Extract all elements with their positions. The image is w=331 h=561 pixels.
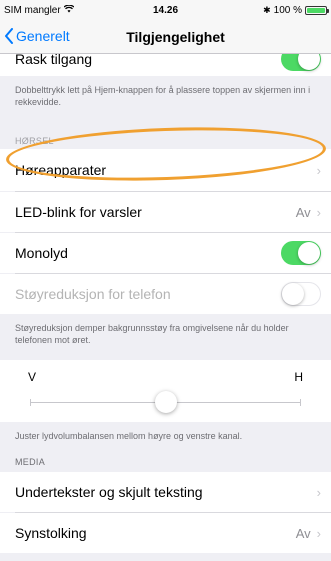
status-bar: SIM mangler 14.26 ✱ 100 %	[0, 0, 331, 20]
balance-slider-row: V H	[0, 360, 331, 422]
balance-slider-knob[interactable]	[154, 391, 177, 413]
stoyreduksjon-footer: Støyreduksjon demper bakgrunnsstøy fra o…	[15, 323, 289, 345]
page-title: Tilgjengelighet	[126, 29, 225, 45]
chevron-right-icon: ›	[316, 525, 321, 541]
rask-tilgang-toggle[interactable]	[281, 54, 321, 71]
row-monolyd[interactable]: Monolyd	[0, 233, 331, 273]
balance-right-label: H	[294, 370, 303, 384]
row-value: Av	[295, 525, 311, 541]
stoyreduksjon-toggle[interactable]	[281, 282, 321, 306]
battery-icon	[305, 6, 329, 15]
row-rask-tilgang[interactable]: Rask tilgang	[0, 54, 331, 76]
row-undertekster[interactable]: Undertekster og skjult teksting ›	[0, 472, 331, 512]
chevron-right-icon: ›	[316, 204, 321, 220]
row-horeapparater[interactable]: Høreapparater ›	[0, 149, 331, 191]
row-label: Rask tilgang	[15, 54, 93, 67]
row-label: LED-blink for varsler	[15, 204, 142, 220]
chevron-right-icon: ›	[316, 484, 321, 500]
balance-left-label: V	[28, 370, 37, 384]
row-label: Synstolking	[15, 525, 87, 541]
row-label: Støyreduksjon for telefon	[15, 286, 171, 302]
battery-percent: 100 %	[273, 5, 302, 16]
row-synstolking[interactable]: Synstolking Av ›	[0, 513, 331, 553]
section-header-media: MEDIA	[15, 457, 46, 467]
monolyd-toggle[interactable]	[281, 241, 321, 265]
rask-tilgang-footer: Dobbelttrykk lett på Hjem-knappen for å …	[15, 85, 311, 107]
row-label: Undertekster og skjult teksting	[15, 484, 203, 500]
navigation-bar: Generelt Tilgjengelighet	[0, 20, 331, 54]
chevron-right-icon: ›	[316, 162, 321, 178]
row-stoyreduksjon[interactable]: Støyreduksjon for telefon	[0, 274, 331, 314]
balance-footer: Juster lydvolumbalansen mellom høyre og …	[15, 431, 243, 441]
row-led-blink[interactable]: LED-blink for varsler Av ›	[0, 192, 331, 232]
bluetooth-icon: ✱	[263, 5, 271, 15]
section-header-horsel: HØRSEL	[15, 136, 54, 146]
row-value: Av	[295, 204, 311, 220]
row-label: Høreapparater	[15, 162, 107, 178]
row-label: Monolyd	[15, 245, 68, 261]
